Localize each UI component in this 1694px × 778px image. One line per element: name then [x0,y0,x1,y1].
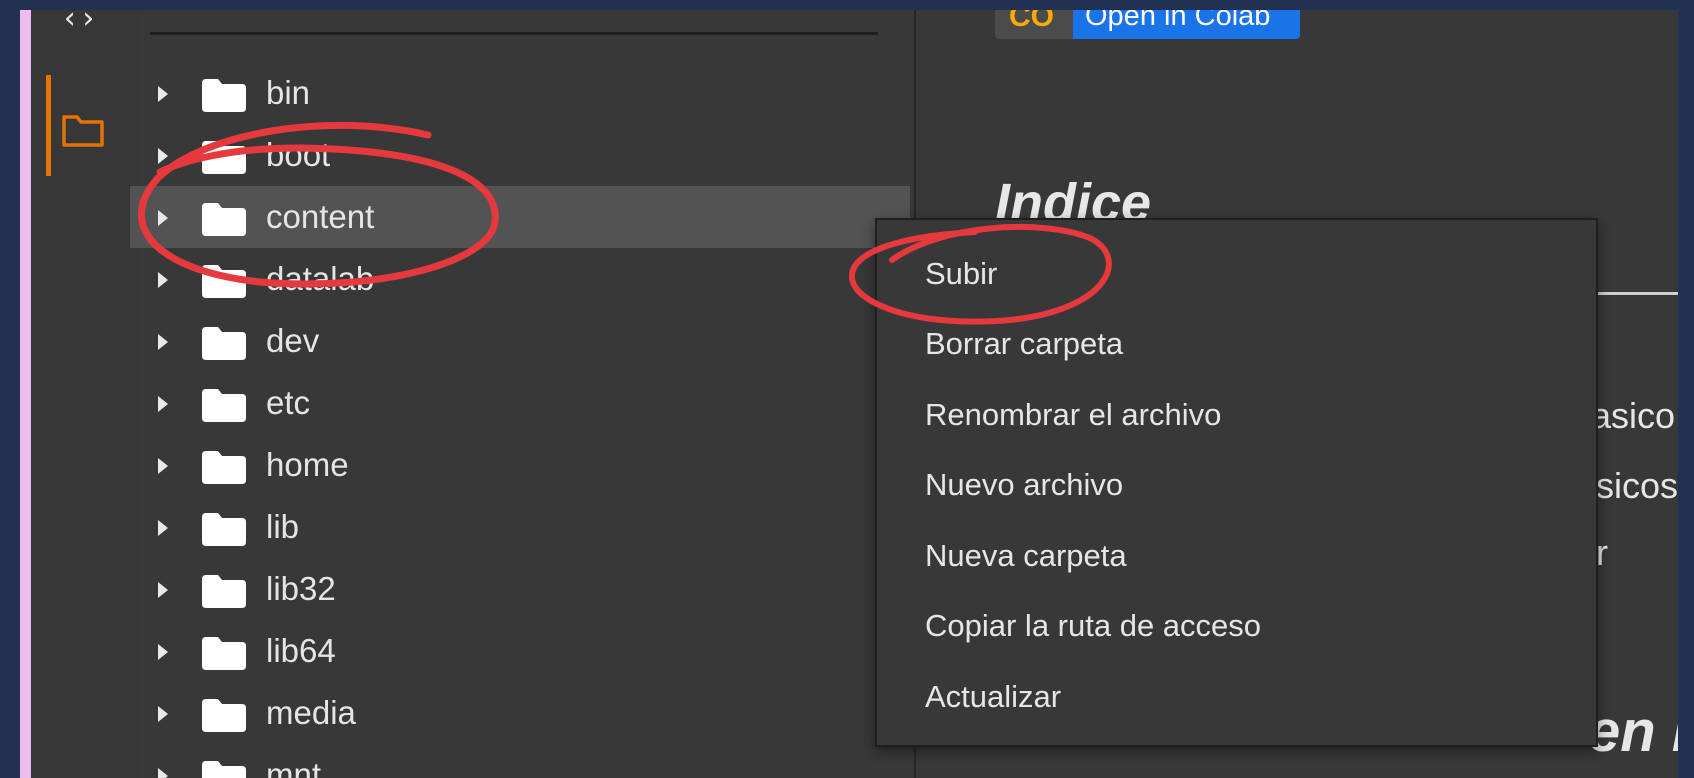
expand-caret-icon[interactable] [158,148,168,164]
context-menu: Subir Borrar carpeta Renombrar el archiv… [875,218,1598,747]
file-tree-label: etc [266,384,311,421]
folder-icon [202,78,246,117]
expand-caret-icon[interactable] [158,396,168,412]
folder-icon [202,698,246,737]
folder-icon [202,636,246,675]
active-indicator [46,75,51,176]
menu-item-rename[interactable]: Renombrar el archivo [925,395,1221,435]
file-tree-label: datalab [266,260,375,297]
expand-caret-icon[interactable] [158,458,168,474]
file-tree-item-etc[interactable]: etc [140,372,910,434]
open-in-colab-label: Open in Colab [1073,10,1300,39]
file-tree-label: media [266,694,356,731]
folder-icon [202,760,246,778]
open-in-colab-badge[interactable]: CO Open in Colab [995,10,1300,39]
file-tree-item-boot[interactable]: boot [140,124,910,186]
folder-icon [202,388,246,427]
colab-logo-icon: CO [995,10,1073,39]
file-tree-item-lib64[interactable]: lib64 [140,620,910,682]
file-tree-label: mnt [266,756,322,778]
file-tree-item-media[interactable]: media [140,682,910,744]
file-tree-label: dev [266,322,320,359]
file-tree-item-lib32[interactable]: lib32 [140,558,910,620]
menu-item-refresh[interactable]: Actualizar [925,677,1061,717]
expand-caret-icon[interactable] [158,582,168,598]
menu-item-new-folder[interactable]: Nueva carpeta [925,536,1127,576]
file-tree-label: home [266,446,349,483]
notebook-text-fragment: asico [1591,395,1676,436]
menu-item-copy-path[interactable]: Copiar la ruta de acceso [925,606,1261,646]
file-tree-item-home[interactable]: home [140,434,910,496]
file-tree-item-dev[interactable]: dev [140,310,910,372]
expand-caret-icon[interactable] [158,86,168,102]
file-tree-item-content[interactable]: content [130,186,910,248]
folder-icon [202,326,246,365]
file-tree-label: lib [266,508,300,545]
file-tree-label: content [266,198,375,235]
file-browser-panel: bin boot content datalab dev etc home li… [130,10,914,778]
menu-item-delete-folder[interactable]: Borrar carpeta [925,324,1123,364]
activity-rail: ‹› [31,4,140,778]
folder-icon [202,264,246,303]
file-tree-label: boot [266,136,331,173]
expand-caret-icon[interactable] [158,520,168,536]
folder-icon [202,450,246,489]
file-tree-item-mnt[interactable]: mnt [140,744,910,778]
panel-divider [150,32,878,35]
expand-caret-icon[interactable] [158,706,168,722]
page-background [0,0,1694,10]
notebook-heading-fragment: en I [1588,699,1678,764]
menu-item-new-file[interactable]: Nuevo archivo [925,465,1123,505]
files-folder-icon[interactable] [61,112,105,153]
notebook-text-fragment: sicos [1596,465,1678,506]
file-tree-item-bin[interactable]: bin [140,62,910,124]
expand-caret-icon[interactable] [158,644,168,660]
folder-icon [202,574,246,613]
file-tree-label: lib32 [266,570,336,607]
expand-caret-icon[interactable] [158,334,168,350]
menu-item-upload[interactable]: Subir [925,254,997,294]
file-tree-item-lib[interactable]: lib [140,496,910,558]
window-left-edge [20,10,31,778]
folder-icon [202,512,246,551]
file-tree-item-datalab[interactable]: datalab [140,248,910,310]
file-tree-label: bin [266,74,311,111]
folder-icon [202,140,246,179]
expand-caret-icon[interactable] [158,768,168,778]
page-background [1678,0,1694,778]
file-tree-label: lib64 [266,632,336,669]
expand-caret-icon[interactable] [158,210,168,226]
expand-caret-icon[interactable] [158,272,168,288]
folder-icon [202,202,246,241]
